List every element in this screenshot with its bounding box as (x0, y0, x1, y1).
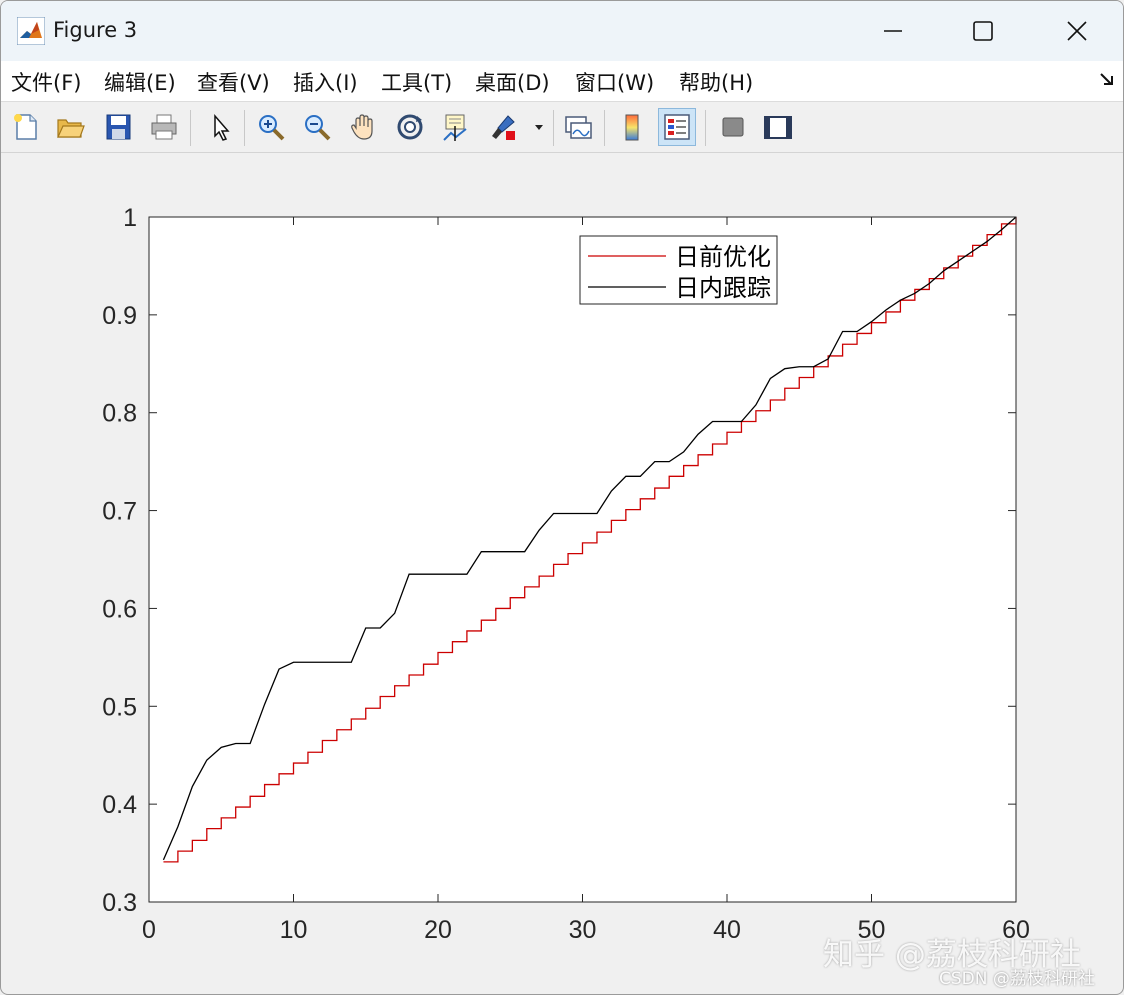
close-icon (1067, 21, 1087, 41)
toolbar-separator (190, 110, 191, 146)
hide-plot-tools-button[interactable] (714, 108, 752, 146)
maximize-button[interactable] (937, 1, 1029, 61)
new-figure-button[interactable] (7, 108, 45, 146)
legend-button[interactable] (658, 108, 696, 146)
zoom-out-button[interactable] (298, 108, 336, 146)
brush-icon (492, 115, 515, 140)
x-tick-label: 30 (569, 916, 597, 944)
print-button[interactable] (145, 108, 183, 146)
open-file-button[interactable] (51, 108, 89, 146)
minimize-button[interactable] (847, 1, 939, 61)
colorbar-button[interactable] (613, 108, 651, 146)
rotate-3d-icon (397, 114, 423, 140)
brush-dropdown-button[interactable] (526, 108, 552, 146)
line-chart[interactable]: 0 10 20 30 40 50 600.30.40.50.60.70.80.91日前优化日… (1, 154, 1124, 995)
link-plot-button[interactable] (559, 108, 597, 146)
menu-help[interactable]: 帮助(H) (679, 67, 753, 97)
csdn-watermark: CSDN @荔枝科研社 (939, 969, 1095, 989)
show-plot-tools-button[interactable] (759, 108, 797, 146)
y-tick-label: 0.6 (102, 595, 137, 623)
chevron-down-icon (535, 125, 543, 130)
x-tick-label: 20 (424, 916, 452, 944)
pan-hand-icon (351, 114, 373, 140)
pan-button[interactable] (344, 108, 382, 146)
toolbar-separator (705, 110, 706, 146)
menu-bar: 文件(F) 编辑(E) 查看(V) 插入(I) 工具(T) 桌面(D) 窗口(W… (1, 61, 1123, 101)
toolbar-separator (604, 110, 605, 146)
menu-edit[interactable]: 编辑(E) (104, 67, 176, 97)
toolbar-separator (244, 110, 245, 146)
print-icon (151, 114, 177, 140)
save-button[interactable] (99, 108, 137, 146)
x-tick-label: 10 (280, 916, 308, 944)
zoom-out-icon (305, 115, 331, 141)
colorbar-icon (625, 114, 639, 141)
menu-desktop[interactable]: 桌面(D) (475, 67, 550, 97)
menu-file[interactable]: 文件(F) (11, 67, 81, 97)
window-title: Figure 3 (53, 18, 138, 42)
menu-tools[interactable]: 工具(T) (381, 67, 452, 97)
legend-label-0: 日前优化 (675, 243, 771, 271)
y-tick-label: 0.4 (102, 791, 137, 819)
y-tick-label: 1 (123, 204, 137, 232)
matlab-logo-icon (17, 17, 45, 45)
maximize-icon (973, 21, 993, 41)
y-tick-label: 0.5 (102, 693, 137, 721)
data-cursor-button[interactable] (437, 108, 475, 146)
hide-plot-tools-icon (722, 117, 744, 137)
figure-canvas: 0 10 20 30 40 50 60 0.3 0.4 0.5 0.6 0.7 0.8 0.9 1 日前优化日… (1, 154, 1124, 995)
zoom-in-button[interactable] (252, 108, 290, 146)
pointer-icon (214, 113, 230, 141)
y-tick-label: 0.3 (102, 889, 137, 917)
brush-button[interactable] (484, 108, 522, 146)
y-tick-label: 0.9 (102, 302, 137, 330)
legend-label-1: 日内跟踪 (675, 274, 771, 302)
rotate-3d-button[interactable] (391, 108, 429, 146)
show-plot-tools-icon (764, 116, 792, 139)
save-icon (106, 114, 131, 140)
link-plot-icon (565, 116, 592, 139)
figure-window: Figure 3 文件(F) 编辑(E) 查看(V) 插入(I) 工具(T) 桌… (0, 0, 1124, 995)
menu-insert[interactable]: 插入(I) (293, 67, 358, 97)
new-figure-icon (14, 114, 37, 140)
pointer-button[interactable] (201, 108, 239, 146)
menu-view[interactable]: 查看(V) (197, 67, 270, 97)
close-button[interactable] (1031, 1, 1123, 61)
data-cursor-icon (443, 114, 467, 141)
minimize-icon (884, 30, 902, 32)
x-tick-label: 0 (142, 916, 156, 944)
y-tick-label: 0.7 (102, 498, 137, 526)
toolbar-separator (553, 110, 554, 146)
legend-icon (664, 114, 690, 140)
dock-figure-icon[interactable] (1099, 71, 1115, 87)
x-tick-label: 40 (713, 916, 741, 944)
open-file-icon (57, 119, 85, 138)
figure-toolbar (1, 101, 1123, 153)
y-tick-label: 0.8 (102, 400, 137, 428)
title-bar[interactable]: Figure 3 (1, 1, 1123, 61)
menu-window[interactable]: 窗口(W) (575, 67, 654, 97)
zoom-in-icon (259, 115, 285, 141)
